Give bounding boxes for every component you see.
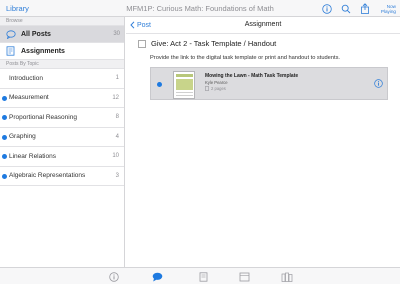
sidebar-item-count: 30 (113, 31, 120, 37)
materials-tab-icon[interactable] (238, 271, 250, 282)
assignment-icon (6, 46, 16, 56)
bottom-tab-bar (0, 267, 400, 284)
topic-label: Graphing (9, 133, 36, 141)
top-toolbar: Now Playing (321, 2, 396, 15)
sidebar-topic-introduction[interactable]: Introduction 1 (0, 69, 124, 89)
browse-header: Browse (0, 17, 124, 26)
topic-label: Introduction (9, 74, 43, 82)
page-icon (205, 86, 209, 91)
topic-count: 3 (115, 172, 119, 179)
unread-dot (2, 95, 7, 101)
sidebar-item-label: All Posts (21, 30, 51, 38)
search-icon[interactable] (340, 3, 351, 14)
assignment-header: Give: Act 2 - Task Template / Handout (138, 39, 276, 48)
detail-nav-bar: Post Assignment (126, 17, 400, 34)
top-navigation-bar: Library MFM1P: Curious Math: Foundations… (0, 0, 400, 17)
now-playing-line2: Playing (380, 8, 396, 14)
unread-dot (2, 154, 7, 159)
info-tab-icon[interactable] (108, 271, 120, 282)
sidebar-item-label: Assignments (21, 47, 65, 55)
sidebar-topic-linear-relations[interactable]: Linear Relations 10 (0, 147, 124, 167)
sidebar-topic-proportional-reasoning[interactable]: Proportional Reasoning 8 (0, 108, 124, 128)
share-icon[interactable] (359, 3, 370, 14)
topic-label: Algebraic Representations (9, 172, 86, 180)
topic-label: Measurement (9, 94, 49, 102)
sidebar: Browse All Posts 30 Assignments Posts By… (0, 17, 125, 267)
topic-count: 1 (115, 75, 119, 82)
topic-count: 10 (112, 153, 119, 160)
document-thumbnail (173, 71, 195, 99)
unread-dot (2, 115, 7, 120)
unread-dot (2, 134, 7, 140)
notes-tab-icon[interactable] (197, 271, 209, 282)
unread-dot (157, 82, 162, 87)
topic-label: Linear Relations (9, 152, 56, 160)
page-title: Assignment (244, 21, 282, 28)
topic-count: 12 (112, 94, 119, 101)
sidebar-topic-measurement[interactable]: Measurement 12 (0, 89, 124, 108)
completion-checkbox[interactable] (138, 39, 146, 48)
assignment-instructions: Provide the link to the digital task tem… (150, 55, 341, 61)
attachment-card[interactable]: Mowing the Lawn - Math Task Template Kyl… (150, 67, 388, 100)
topics-header: Posts By Topic (0, 60, 124, 69)
unread-dot (2, 173, 7, 179)
attachment-pages: 2 pages (205, 86, 226, 91)
attachment-info-icon[interactable] (374, 79, 383, 88)
sidebar-item-all-posts[interactable]: All Posts 30 (0, 26, 124, 43)
info-icon[interactable] (321, 3, 332, 14)
attachment-author: Kyle Pearce (205, 80, 228, 85)
assignment-detail-pane: Post Assignment Give: Act 2 - Task Templ… (126, 17, 400, 267)
topic-label: Proportional Reasoning (9, 113, 77, 121)
attachment-title: Mowing the Lawn - Math Task Template (205, 73, 299, 79)
assignment-title: Give: Act 2 - Task Template / Handout (151, 39, 277, 48)
topic-count: 4 (115, 133, 119, 140)
sidebar-topic-graphing[interactable]: Graphing 4 (0, 128, 124, 147)
sidebar-item-assignments[interactable]: Assignments (0, 43, 124, 60)
speech-bubble-icon (6, 29, 16, 39)
topic-count: 8 (115, 114, 119, 121)
sidebar-topic-algebraic-representations[interactable]: Algebraic Representations 3 (0, 167, 124, 186)
page-count: 2 pages (211, 86, 226, 91)
posts-tab-icon[interactable] (151, 271, 163, 282)
books-tab-icon[interactable] (281, 271, 293, 282)
now-playing-button[interactable]: Now Playing (378, 4, 396, 14)
